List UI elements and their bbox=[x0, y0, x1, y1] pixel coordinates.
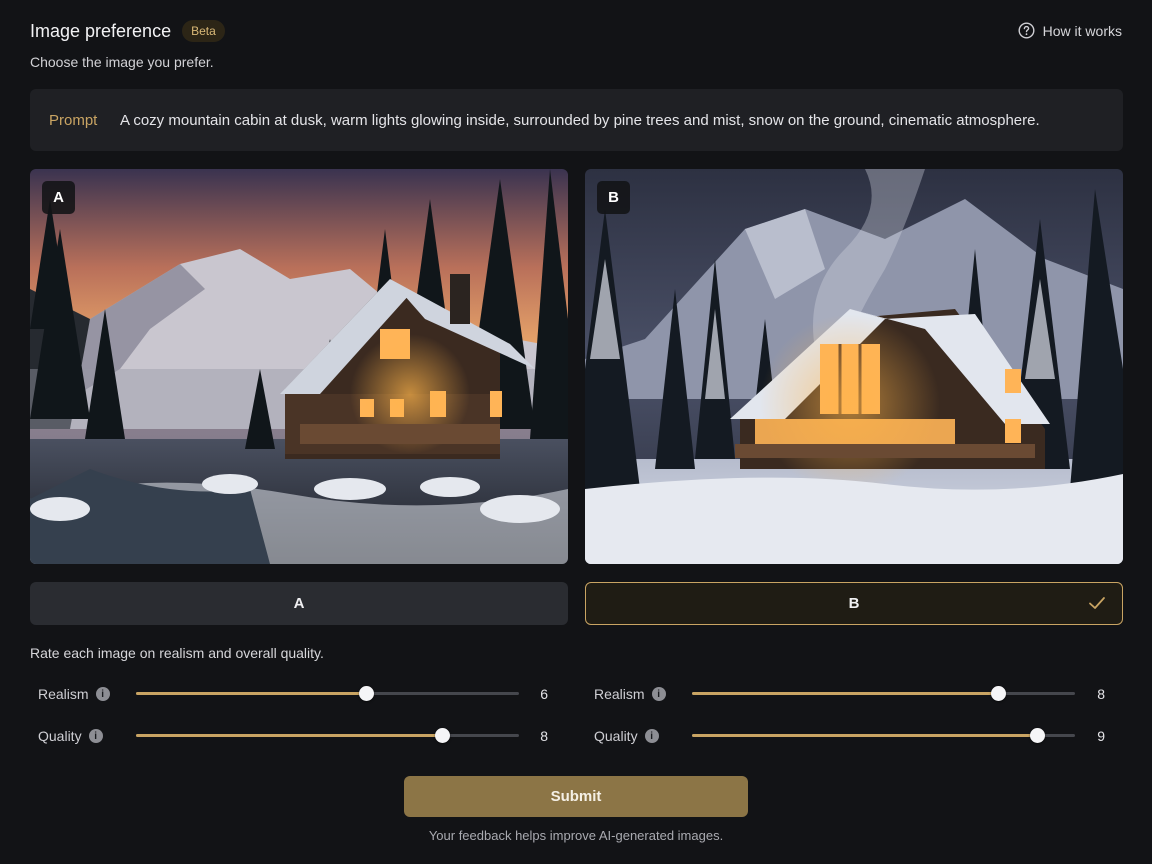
quality-b-row: Quality i bbox=[594, 724, 659, 748]
prompt-box: Prompt A cozy mountain cabin at dusk, wa… bbox=[30, 89, 1123, 151]
quality-b-label: Quality bbox=[594, 728, 638, 744]
submit-button[interactable]: Submit bbox=[404, 776, 748, 817]
image-a-badge: A bbox=[42, 181, 75, 214]
slider-fill bbox=[136, 734, 443, 737]
choose-b-label: B bbox=[848, 595, 860, 612]
realism-b-value: 8 bbox=[1097, 686, 1105, 702]
realism-b-slider[interactable] bbox=[692, 686, 1075, 701]
how-it-works-link[interactable]: How it works bbox=[1018, 22, 1122, 39]
slider-fill bbox=[692, 734, 1037, 737]
info-icon[interactable]: i bbox=[88, 729, 103, 743]
beta-badge: Beta bbox=[182, 20, 225, 42]
realism-b-label: Realism bbox=[594, 686, 645, 702]
prompt-label: Prompt bbox=[49, 111, 98, 129]
slider-thumb[interactable] bbox=[1029, 728, 1045, 743]
quality-a-value: 8 bbox=[540, 728, 548, 744]
info-icon[interactable]: i bbox=[95, 687, 110, 701]
quality-a-slider[interactable] bbox=[136, 728, 519, 743]
info-icon[interactable]: i bbox=[651, 687, 666, 701]
rating-instructions: Rate each image on realism and overall q… bbox=[30, 645, 324, 661]
slider-fill bbox=[692, 692, 999, 695]
header: Image preference Beta bbox=[30, 20, 225, 42]
image-b-badge: B bbox=[597, 181, 630, 214]
quality-b-value: 9 bbox=[1097, 728, 1105, 744]
page-title: Image preference bbox=[30, 20, 172, 41]
footer-note: Your feedback helps improve AI-generated… bbox=[428, 828, 724, 843]
slider-fill bbox=[136, 692, 366, 695]
slider-thumb[interactable] bbox=[991, 686, 1007, 701]
choose-a-button[interactable]: A bbox=[30, 582, 568, 625]
quality-b-slider[interactable] bbox=[692, 728, 1075, 743]
choose-b-button[interactable]: B bbox=[585, 582, 1123, 625]
realism-a-value: 6 bbox=[540, 686, 548, 702]
quality-a-row: Quality i bbox=[38, 724, 103, 748]
check-icon bbox=[1089, 597, 1105, 609]
image-a-card[interactable]: A bbox=[30, 169, 568, 564]
slider-thumb[interactable] bbox=[358, 686, 374, 701]
help-circle-icon bbox=[1018, 22, 1035, 39]
how-it-works-label: How it works bbox=[1042, 22, 1122, 39]
realism-a-slider[interactable] bbox=[136, 686, 519, 701]
choose-a-label: A bbox=[293, 595, 305, 612]
realism-a-label: Realism bbox=[38, 686, 89, 702]
cabin-snow-night-image bbox=[585, 169, 1123, 564]
prompt-text: A cozy mountain cabin at dusk, warm ligh… bbox=[120, 111, 1040, 129]
info-icon[interactable]: i bbox=[644, 729, 659, 743]
slider-thumb[interactable] bbox=[435, 728, 451, 743]
cabin-sunset-image bbox=[30, 169, 568, 564]
realism-b-row: Realism i bbox=[594, 682, 666, 706]
image-b-card[interactable]: B bbox=[585, 169, 1123, 564]
page-subtitle: Choose the image you prefer. bbox=[30, 54, 214, 70]
realism-a-row: Realism i bbox=[38, 682, 110, 706]
submit-label: Submit bbox=[550, 788, 602, 805]
quality-a-label: Quality bbox=[38, 728, 82, 744]
